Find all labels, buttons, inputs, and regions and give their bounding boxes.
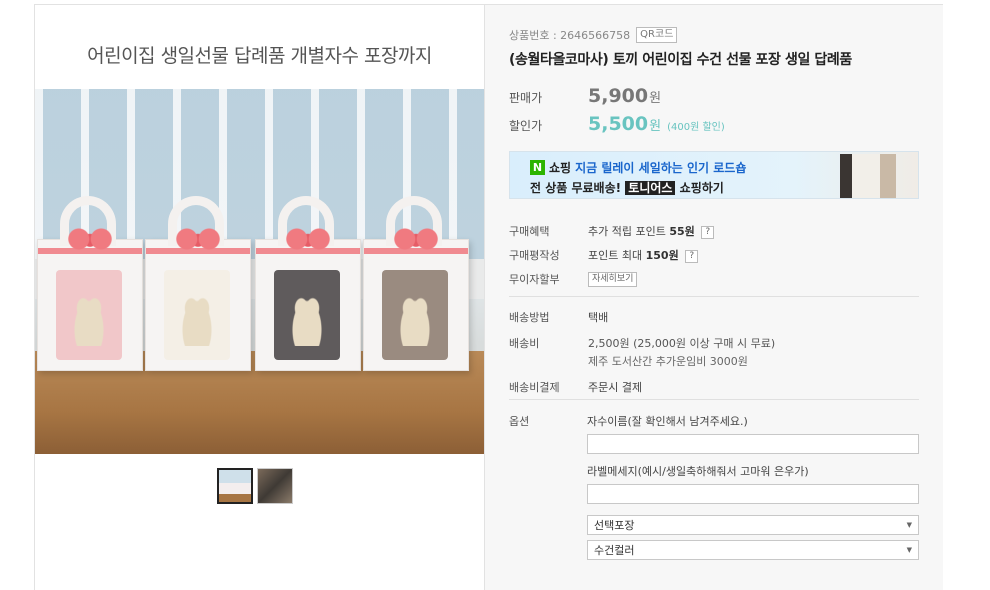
thumbnail-1[interactable] bbox=[217, 468, 253, 504]
sale-price-row: 판매가 5,900 원 bbox=[509, 85, 919, 107]
naver-n-icon: N bbox=[530, 160, 545, 175]
help-icon[interactable]: ? bbox=[701, 225, 715, 239]
chevron-down-icon: ▼ bbox=[906, 521, 912, 529]
shipping-payment-value: 주문시 결제 bbox=[588, 381, 643, 394]
discount-note: (400원 할인) bbox=[667, 122, 725, 133]
product-photo bbox=[35, 89, 484, 454]
review-point-value: 150원 bbox=[645, 249, 679, 262]
purchase-benefit-row: 구매혜택 추가 적립 포인트 55원 ? bbox=[509, 219, 919, 243]
embroidery-name-label: 자수이름(잘 확인해서 남겨주세요.) bbox=[587, 415, 748, 428]
shipping-fee-extra: 제주 도서산간 추가운임비 3000원 bbox=[588, 355, 748, 368]
banner-free-shipping: 전 상품 무료배송! bbox=[530, 181, 622, 195]
help-icon[interactable]: ? bbox=[685, 249, 699, 263]
shipping-section: 배송방법 택배 배송비 2,500원 (25,000원 이상 구매 시 무료) … bbox=[509, 305, 919, 399]
product-main-image[interactable]: 어린이집 생일선물 답례품 개별자수 포장까지 bbox=[35, 5, 484, 454]
discount-price-label: 할인가 bbox=[509, 119, 543, 133]
banner-headline: 지금 릴레이 세일하는 인기 로드숍 bbox=[575, 161, 747, 175]
towel-color-select[interactable]: 수건컬러 ▼ bbox=[587, 540, 919, 560]
shipping-method-value: 택배 bbox=[588, 311, 609, 324]
product-header: 상품번호 : 2646566758 QR코드 (송월타올코마사) 토끼 어린이집… bbox=[509, 27, 919, 135]
product-title: (송월타올코마사) 토끼 어린이집 수건 선물 포장 생일 답례품 bbox=[509, 52, 852, 68]
gift-box-gray bbox=[255, 196, 361, 371]
chevron-down-icon: ▼ bbox=[906, 546, 912, 554]
discount-price-row: 할인가 5,500 원 (400원 할인) bbox=[509, 113, 919, 135]
installment-row: 무이자할부 자세히보기 bbox=[509, 267, 919, 291]
shipping-method-label: 배송방법 bbox=[509, 311, 550, 324]
thumbnail-list bbox=[217, 468, 293, 504]
product-frame: 어린이집 생일선물 답례품 개별자수 포장까지 상품번호: 264656675… bbox=[34, 4, 943, 590]
qr-code-button[interactable]: QR코드 bbox=[636, 27, 678, 43]
installment-detail-button[interactable]: 자세히보기 bbox=[588, 271, 638, 287]
gift-box-pink bbox=[37, 196, 143, 371]
packaging-select[interactable]: 선택포장 ▼ bbox=[587, 515, 919, 535]
purchase-benefit-value: 55원 bbox=[669, 225, 695, 238]
purchase-benefit-label: 구매혜택 bbox=[509, 225, 550, 238]
shopping-ad-banner[interactable]: N 쇼핑 지금 릴레이 세일하는 인기 로드숍 전 상품 무료배송! 토니어스 … bbox=[509, 151, 919, 199]
shipping-fee-label: 배송비 bbox=[509, 337, 540, 350]
discount-price-unit: 원 bbox=[649, 119, 662, 134]
banner-brand: 토니어스 bbox=[625, 181, 676, 195]
product-code: 상품번호 : 2646566758 bbox=[509, 29, 631, 42]
gift-box-brown bbox=[363, 196, 469, 371]
image-caption: 어린이집 생일선물 답례품 개별자수 포장까지 bbox=[87, 45, 432, 67]
shipping-payment-row: 배송비결제 주문시 결제 bbox=[509, 375, 919, 399]
shipping-fee-row: 배송비 2,500원 (25,000원 이상 구매 시 무료) 제주 도서산간 … bbox=[509, 335, 919, 369]
banner-shop-label: 쇼핑 bbox=[549, 161, 572, 175]
options-section: 옵션 자수이름(잘 확인해서 남겨주세요.) 라벨메세지(예시/생일축하해줘서 … bbox=[509, 413, 919, 560]
sale-price-unit: 원 bbox=[649, 91, 662, 106]
shipping-method-row: 배송방법 택배 bbox=[509, 305, 919, 329]
gift-box-ivory bbox=[145, 196, 251, 371]
benefits-section: 구매혜택 추가 적립 포인트 55원 ? 구매평작성 포인트 최대 150원 ?… bbox=[509, 219, 919, 291]
product-image-panel: 어린이집 생일선물 답례품 개별자수 포장까지 bbox=[35, 5, 484, 590]
purchase-benefit-text: 추가 적립 포인트 bbox=[588, 225, 666, 238]
packaging-select-value: 선택포장 bbox=[594, 519, 635, 532]
product-code-row: 상품번호 : 2646566758 QR코드 bbox=[509, 27, 919, 43]
sale-price-value: 5,900 bbox=[588, 85, 649, 107]
review-point-text: 포인트 최대 bbox=[588, 249, 643, 262]
divider bbox=[509, 399, 919, 400]
thumbnail-2[interactable] bbox=[257, 468, 293, 504]
sale-price-label: 판매가 bbox=[509, 91, 543, 105]
installment-label: 무이자할부 bbox=[509, 273, 560, 286]
towel-color-select-value: 수건컬러 bbox=[594, 544, 635, 557]
label-message-label: 라벨메세지(예시/생일축하해줘서 고마워 은우가) bbox=[587, 465, 809, 478]
product-info-panel: 상품번호 : 2646566758 QR코드 (송월타올코마사) 토끼 어린이집… bbox=[484, 5, 943, 590]
banner-cta: 쇼핑하기 bbox=[679, 181, 724, 195]
review-point-label: 구매평작성 bbox=[509, 249, 560, 262]
shipping-fee-value: 2,500원 (25,000원 이상 구매 시 무료) bbox=[588, 337, 776, 350]
divider bbox=[509, 296, 919, 297]
embroidery-name-input[interactable] bbox=[587, 434, 919, 454]
banner-model-image bbox=[840, 154, 896, 198]
shipping-payment-label: 배송비결제 bbox=[509, 381, 560, 394]
options-label: 옵션 bbox=[509, 415, 530, 428]
label-message-input[interactable] bbox=[587, 484, 919, 504]
discount-price-value: 5,500 bbox=[588, 113, 649, 135]
review-point-row: 구매평작성 포인트 최대 150원 ? bbox=[509, 243, 919, 267]
